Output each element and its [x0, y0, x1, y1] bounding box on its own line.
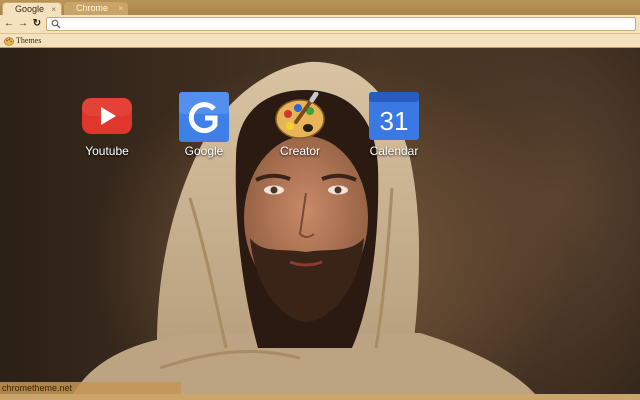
tab-chrome[interactable]: Chrome × [64, 2, 128, 15]
address-bar[interactable] [46, 17, 636, 31]
tab-strip: Google × Chrome × [0, 0, 640, 15]
reload-button[interactable]: ↻ [31, 17, 43, 31]
youtube-icon [82, 98, 132, 134]
app-label: Google [184, 144, 224, 158]
palette-icon [275, 92, 325, 139]
bottom-bar [0, 394, 640, 400]
bookmark-label: Themes [16, 36, 42, 45]
app-google[interactable]: Google [159, 92, 249, 158]
back-button[interactable]: ← [3, 17, 15, 31]
bookmarks-bar: Themes [0, 34, 640, 48]
forward-button[interactable]: → [17, 17, 29, 31]
tab-google[interactable]: Google × [2, 2, 62, 15]
app-creator[interactable]: Creator [255, 92, 345, 158]
app-youtube[interactable]: Youtube [62, 92, 152, 158]
google-icon [179, 92, 229, 142]
app-label: Calendar [369, 144, 419, 158]
tab-label: Google [15, 4, 45, 14]
app-label: Youtube [85, 144, 129, 158]
search-icon [51, 19, 61, 29]
app-calendar[interactable]: 31 Calendar [349, 92, 439, 158]
calendar-day: 31 [380, 106, 409, 136]
calendar-icon: 31 [369, 92, 419, 140]
watermark-text: chrometheme.net [0, 382, 181, 394]
palette-icon [4, 37, 14, 46]
tab-close-icon[interactable]: × [118, 2, 123, 15]
new-tab-page: Youtube Google Creator 31 Calendar chrom… [0, 48, 640, 400]
app-label: Creator [279, 144, 320, 158]
tab-label: Chrome [76, 3, 109, 13]
toolbar: ← → ↻ [0, 15, 640, 34]
bookmark-themes[interactable]: Themes [4, 35, 41, 46]
